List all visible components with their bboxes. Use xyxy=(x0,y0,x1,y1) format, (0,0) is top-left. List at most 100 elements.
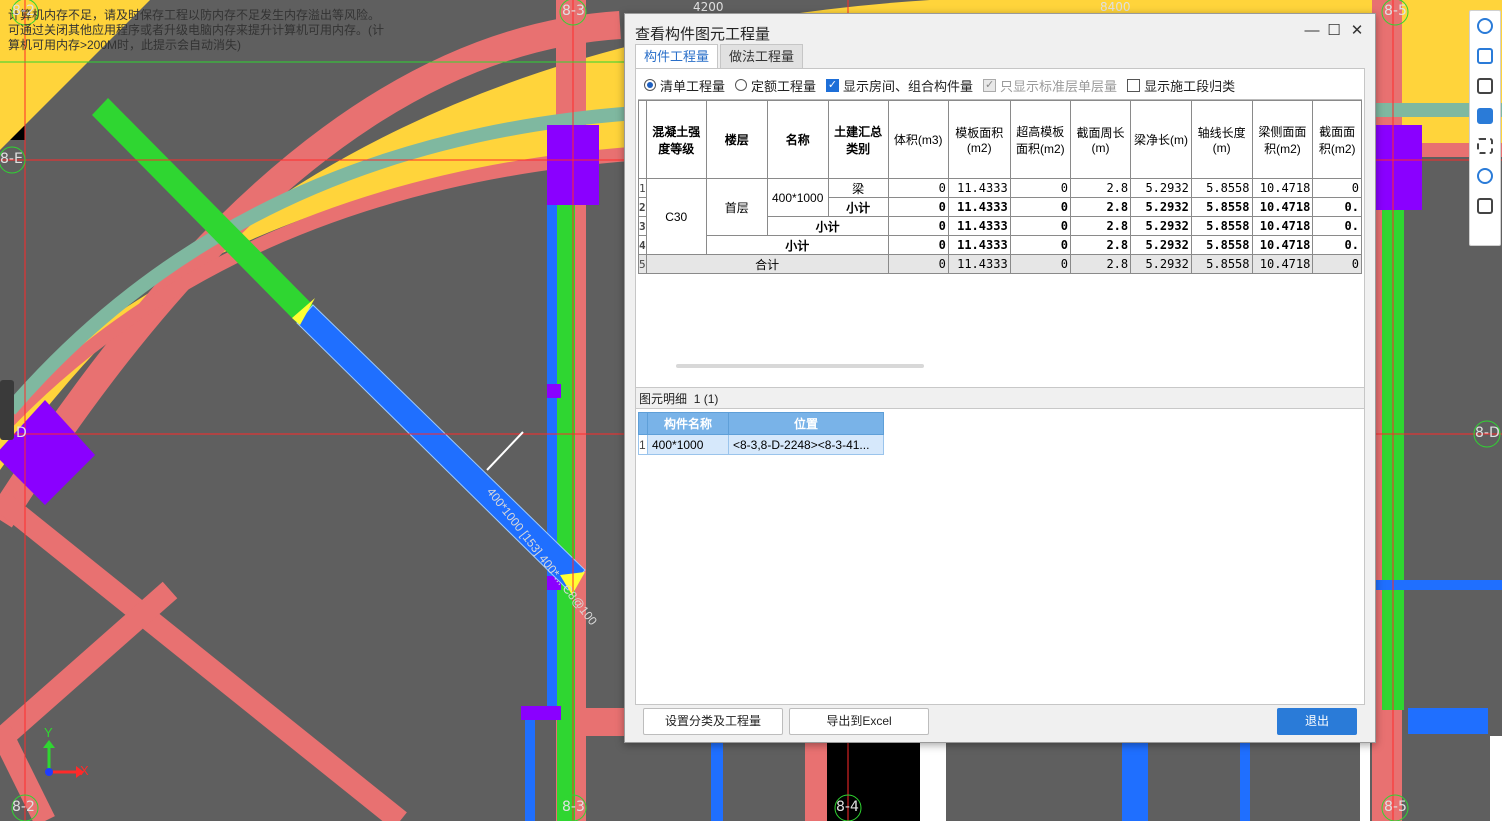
cell-volume: 0 xyxy=(887,235,949,255)
cell-floor: 首层 xyxy=(705,178,768,236)
cube-view-button[interactable] xyxy=(1470,71,1500,101)
table-row[interactable]: 4 小计 0 11.4333 0 2.8 5.2932 5.8558 10.47… xyxy=(638,235,1362,255)
settings-button[interactable]: 设置分类及工程量 xyxy=(643,708,783,735)
row-number: 2 xyxy=(638,197,647,217)
detail-table: 构件名称 位置 1 400*1000 <8-3,8-D-2248><8-3-41… xyxy=(638,412,884,455)
show-room-checkbox[interactable]: ✓ 显示房间、组合构件量 xyxy=(826,76,973,95)
row-number: 3 xyxy=(638,216,647,236)
cell-grade: C30 xyxy=(645,178,707,255)
detail-title: 图元明细 xyxy=(639,392,688,406)
quantity-table: 混凝土强度等级 楼层 名称 土建汇总类别 体积(m3) 模板面积(m2) 超高模… xyxy=(638,100,1362,274)
cell-formwork: 11.4333 xyxy=(947,178,1011,198)
table-row-total[interactable]: 5 合计 0 11.4333 0 2.8 5.2932 5.8558 10.47… xyxy=(638,254,1362,274)
axis-label-8-2-bottom: 8-2 xyxy=(12,799,35,815)
axis-label-8-5-bottom: 8-5 xyxy=(1384,799,1407,815)
header-net-length: 梁净长(m) xyxy=(1130,100,1192,179)
cell-name: 400*1000 xyxy=(766,178,829,217)
checkbox-empty-icon xyxy=(1127,78,1141,92)
quota-qty-radio[interactable]: 定额工程量 xyxy=(735,76,816,95)
dialog-tabs: 构件工程量 做法工程量 xyxy=(635,44,805,69)
cell-axis-length: 5.8558 xyxy=(1190,178,1253,198)
cell-axis-length: 5.8558 xyxy=(1190,235,1253,255)
export-excel-button[interactable]: 导出到Excel xyxy=(789,708,929,735)
cell-section-area: 0. xyxy=(1312,235,1362,255)
header-section-area: 截面面积(m2) xyxy=(1312,100,1362,179)
quota-qty-label: 定额工程量 xyxy=(751,78,817,94)
y-axis-label: Y xyxy=(44,725,53,740)
cell-volume: 0 xyxy=(887,216,949,236)
cell-net-length: 5.2932 xyxy=(1130,254,1192,274)
dimension-4200: 4200 xyxy=(693,0,724,14)
header-axis-length: 轴线长度(m) xyxy=(1190,100,1253,179)
table-row[interactable]: 1 C30 首层 400*1000 梁 0 11.4333 0 2.8 5.29… xyxy=(638,178,1362,255)
cell-volume: 0 xyxy=(887,197,949,217)
cell-subtotal: 小计 xyxy=(827,197,889,217)
row-number: 4 xyxy=(638,235,647,255)
cell-net-length: 5.2932 xyxy=(1130,197,1192,217)
radio-on-icon xyxy=(644,79,656,91)
cell-axis-length: 5.8558 xyxy=(1190,197,1253,217)
cell-side-area: 10.4718 xyxy=(1251,254,1314,274)
maximize-button[interactable]: ☐ xyxy=(1323,21,1345,41)
cell-side-area: 10.4718 xyxy=(1251,178,1314,198)
cell-formwork: 11.4333 xyxy=(947,216,1011,236)
cell-net-length: 5.2932 xyxy=(1130,216,1192,236)
show-room-label: 显示房间、组合构件量 xyxy=(843,78,974,94)
close-button[interactable]: ✕ xyxy=(1346,21,1368,41)
cell-perimeter: 2.8 xyxy=(1069,178,1132,198)
3d-icon xyxy=(1477,48,1493,64)
header-grade: 混凝土强度等级 xyxy=(645,100,707,179)
cell-category: 梁 xyxy=(827,178,889,198)
tab-method-qty[interactable]: 做法工程量 xyxy=(720,44,804,68)
cell-side-area: 10.4718 xyxy=(1251,235,1314,255)
component-view-button[interactable] xyxy=(1470,161,1500,191)
detail-header: 图元明细 1 (1) xyxy=(636,387,1364,409)
cell-volume: 0 xyxy=(887,178,949,198)
row-number: 1 xyxy=(638,178,647,198)
row-number-header xyxy=(638,100,647,179)
cell-perimeter: 2.8 xyxy=(1069,216,1132,236)
check-icon: ✓ xyxy=(826,78,840,92)
cube-icon xyxy=(1477,78,1493,94)
quantity-grid[interactable]: 混凝土强度等级 楼层 名称 土建汇总类别 体积(m3) 模板面积(m2) 超高模… xyxy=(638,99,1362,380)
minimize-button[interactable]: — xyxy=(1301,21,1323,41)
header-perimeter: 截面周长(m) xyxy=(1069,100,1132,179)
detail-row[interactable]: 1 400*1000 <8-3,8-D-2248><8-3-41... xyxy=(638,434,884,455)
row-number: 5 xyxy=(638,254,647,274)
detail-cell-position: <8-3,8-D-2248><8-3-41... xyxy=(728,434,884,455)
detail-cell-name: 400*1000 xyxy=(647,434,729,455)
detail-header-name: 构件名称 xyxy=(647,412,729,435)
x-axis-label: X xyxy=(80,763,89,778)
axis-label-8-5-top: 8-5 xyxy=(1384,3,1407,19)
tab-component-qty[interactable]: 构件工程量 xyxy=(635,44,719,69)
3d-view-button[interactable] xyxy=(1470,41,1500,71)
cell-section-area: 0 xyxy=(1312,254,1362,274)
cell-super-formwork: 0 xyxy=(1009,197,1071,217)
axis-label-8-D-right: 8-D xyxy=(1475,425,1500,441)
axis-label-D: D xyxy=(16,425,27,441)
fullscreen-icon xyxy=(1477,138,1493,154)
solid-cube-button[interactable] xyxy=(1470,101,1500,131)
show-stage-checkbox[interactable]: 显示施工段归类 xyxy=(1127,76,1235,95)
list-settings-button[interactable] xyxy=(1470,191,1500,221)
cell-super-formwork: 0 xyxy=(1009,235,1071,255)
check-disabled-icon: ✓ xyxy=(983,78,997,92)
exit-button[interactable]: 退出 xyxy=(1277,708,1357,735)
header-category: 土建汇总类别 xyxy=(827,100,889,179)
bill-qty-radio[interactable]: 清单工程量 xyxy=(644,76,725,95)
cell-side-area: 10.4718 xyxy=(1251,216,1314,236)
fullscreen-button[interactable] xyxy=(1470,131,1500,161)
header-super-formwork: 超高模板面积(m2) xyxy=(1009,100,1071,179)
cell-axis-length: 5.8558 xyxy=(1190,254,1253,274)
cell-super-formwork: 0 xyxy=(1009,254,1071,274)
cell-volume: 0 xyxy=(887,254,949,274)
horizontal-scrollbar[interactable] xyxy=(676,364,924,368)
bill-qty-label: 清单工程量 xyxy=(660,78,726,94)
orbit-view-button[interactable] xyxy=(1470,11,1500,41)
list-icon xyxy=(1477,198,1493,214)
show-stage-label: 显示施工段归类 xyxy=(1144,78,1236,94)
cell-formwork: 11.4333 xyxy=(947,235,1011,255)
solid-cube-icon xyxy=(1477,108,1493,124)
std-floor-label: 只显示标准层单层量 xyxy=(1000,78,1118,94)
cell-section-area: 0. xyxy=(1312,197,1362,217)
